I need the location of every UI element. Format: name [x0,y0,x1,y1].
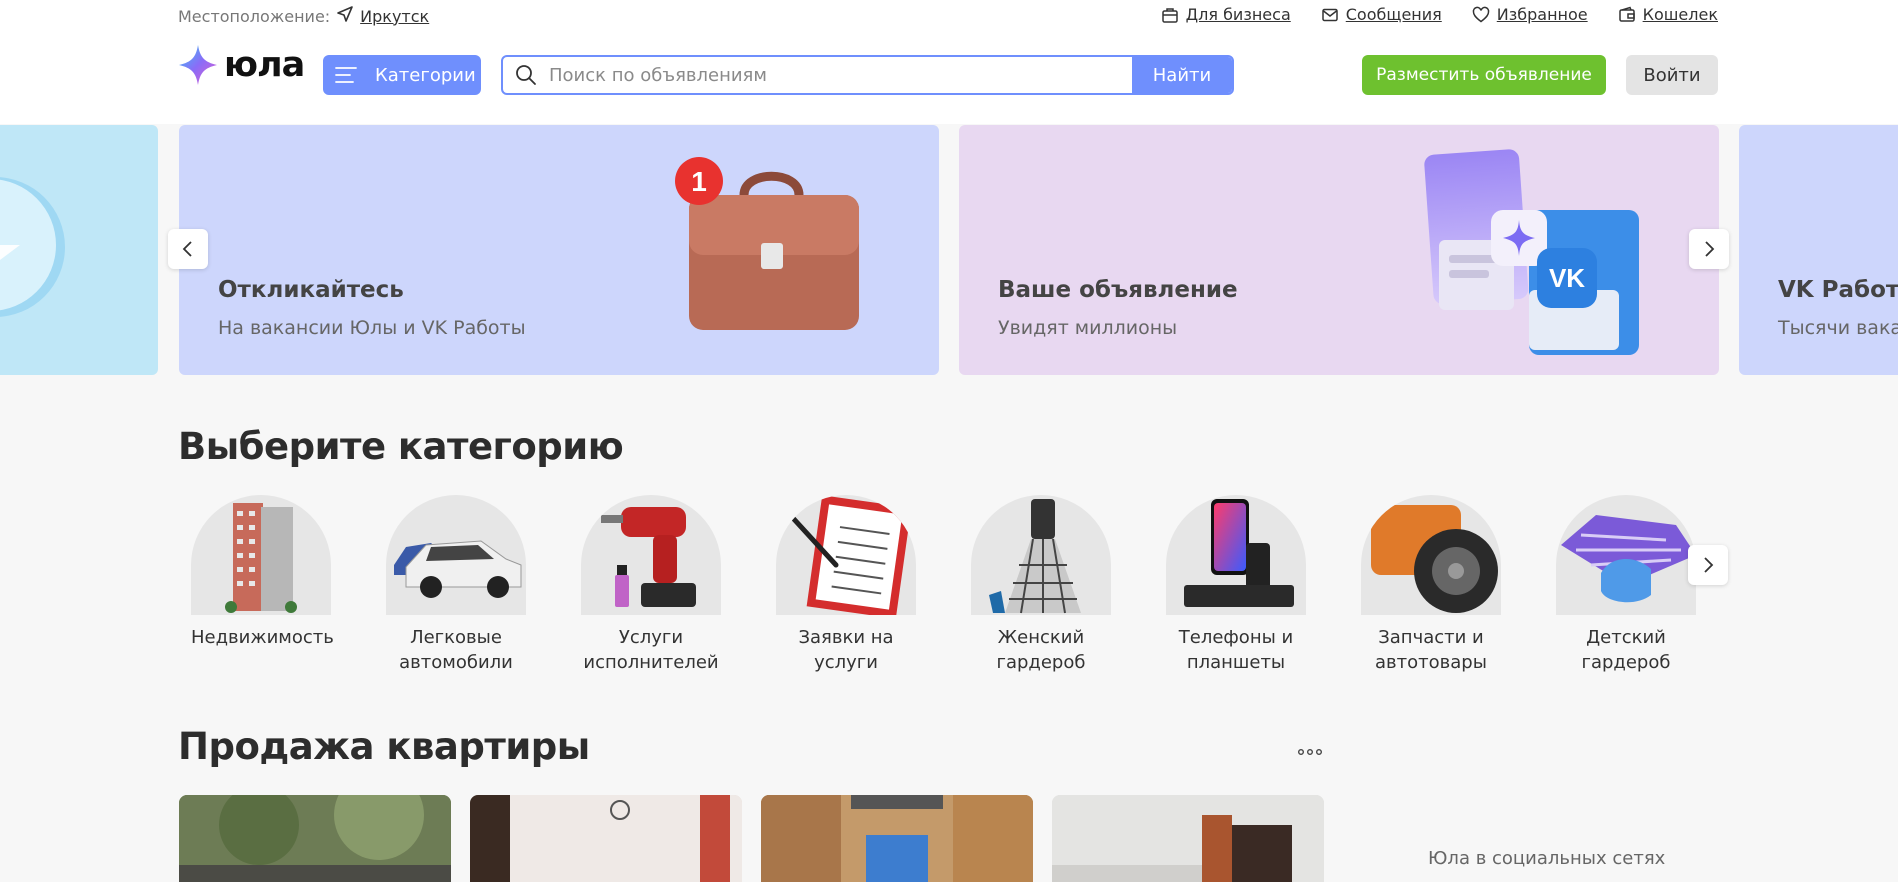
listing-photo [470,795,742,882]
listings-title: Продажа квартиры [178,725,590,768]
category-cars[interactable]: Легковые автомобили [386,495,526,675]
category-list: Недвижимость Легковые автомобили Услуги … [191,495,1696,675]
chevron-right-icon [1704,557,1714,573]
category-real-estate[interactable]: Недвижимость [191,495,334,675]
category-image [1556,495,1696,615]
category-label: Телефоны и планшеты [1178,627,1294,673]
top-links: Для бизнеса Сообщения Избранное Кошелек [1161,5,1718,24]
logo-text: юла [224,45,305,85]
post-ad-button[interactable]: Разместить объявление [1362,55,1606,95]
banner-title: Откликайтесь [218,277,404,303]
wallet-link[interactable]: Кошелек [1618,5,1718,24]
listing-photo [1052,795,1324,882]
search-button[interactable]: Найти [1132,57,1232,93]
messages-link-label: Сообщения [1345,5,1442,24]
banner-subtitle: Увидят миллионы [998,317,1178,339]
cards-illustration: VK [1424,149,1639,355]
listing-card[interactable] [179,795,451,882]
category-image [581,495,721,615]
search-bar: Поиск по объявлениям Найти [501,55,1234,95]
briefcase-illustration: 1 [675,157,859,330]
location-label: Местоположение: [178,6,331,26]
wallet-icon [1618,6,1635,22]
category-image [1361,495,1501,615]
listing-photo [179,795,451,882]
banner-prev-button[interactable] [168,229,208,269]
favorites-link[interactable]: Избранное [1472,5,1588,24]
mail-icon [1322,8,1338,21]
category-label: Заявки на услуги [798,627,894,673]
heart-icon [1472,6,1490,22]
login-button[interactable]: Войти [1626,55,1718,95]
chevron-left-icon [182,241,192,257]
business-link[interactable]: Для бизнеса [1161,5,1291,24]
category-kids-wardrobe[interactable]: Детский гардероб [1556,495,1696,675]
category-label: Запчасти и автотовары [1375,627,1487,673]
category-image [191,495,331,615]
category-image [1166,495,1306,615]
category-label: Женский гардероб [996,627,1086,673]
banner-title: VK Работа [1778,277,1898,303]
social-networks-label: Юла в социальных сетях [1428,848,1666,869]
category-image [386,495,526,615]
business-link-label: Для бизнеса [1185,5,1291,24]
badge-number: 1 [691,166,707,197]
banner-title: Ваше объявление [998,277,1238,303]
category-image [971,495,1111,615]
listing-card[interactable] [470,795,742,882]
categories-button[interactable]: Категории [323,55,481,95]
category-service-requests[interactable]: Заявки на услуги [776,495,916,675]
category-image [776,495,916,615]
city-link[interactable]: Иркутск [360,7,429,26]
wallet-link-label: Кошелек [1642,5,1718,24]
category-label: Легковые автомобили [399,627,513,673]
messages-link[interactable]: Сообщения [1321,5,1442,24]
favorites-link-label: Избранное [1496,5,1588,24]
category-services[interactable]: Услуги исполнителей [581,495,721,675]
category-auto-parts[interactable]: Запчасти и автотовары [1361,495,1501,675]
listing-photo [761,795,1033,882]
category-phones-tablets[interactable]: Телефоны и планшеты [1166,495,1306,675]
category-label: Недвижимость [191,627,334,648]
categories-button-label: Категории [375,64,476,86]
search-placeholder: Поиск по объявлениям [549,64,767,86]
category-label: Детский гардероб [1581,627,1671,673]
categories-title: Выберите категорию [178,425,624,468]
logo[interactable]: юла [178,44,305,86]
banner-subtitle: Тысячи вака [1778,317,1898,339]
search-icon [516,65,536,85]
location-selector[interactable]: Местоположение: Иркутск [178,5,429,27]
paper-plane-illustration [0,177,65,317]
banner-vacancies[interactable]: Откликайтесь На вакансии Юлы и VK Работы… [179,125,939,375]
business-icon [1161,7,1178,23]
categories-next-button[interactable] [1688,545,1728,585]
listing-card[interactable] [761,795,1033,882]
category-label: Услуги исполнителей [583,627,719,673]
banner-subtitle: На вакансии Юлы и VK Работы [218,317,526,339]
menu-icon [335,67,357,83]
banner-partial-left[interactable] [0,125,158,375]
chevron-right-icon [1705,241,1715,257]
category-womens-wardrobe[interactable]: Женский гардероб [971,495,1111,675]
banner-next-button[interactable] [1689,229,1729,269]
more-options-icon[interactable] [1298,742,1323,761]
logo-star-icon [179,45,217,85]
search-input[interactable]: Поиск по объявлениям [503,57,1132,93]
banner-vk-work[interactable]: VK Работа Тысячи вака [1739,125,1898,375]
listing-card[interactable] [1052,795,1324,882]
banner-your-ad[interactable]: Ваше объявление Увидят миллионы VK [959,125,1719,375]
location-arrow-icon [336,5,354,27]
vk-logo-text: VK [1549,263,1585,293]
